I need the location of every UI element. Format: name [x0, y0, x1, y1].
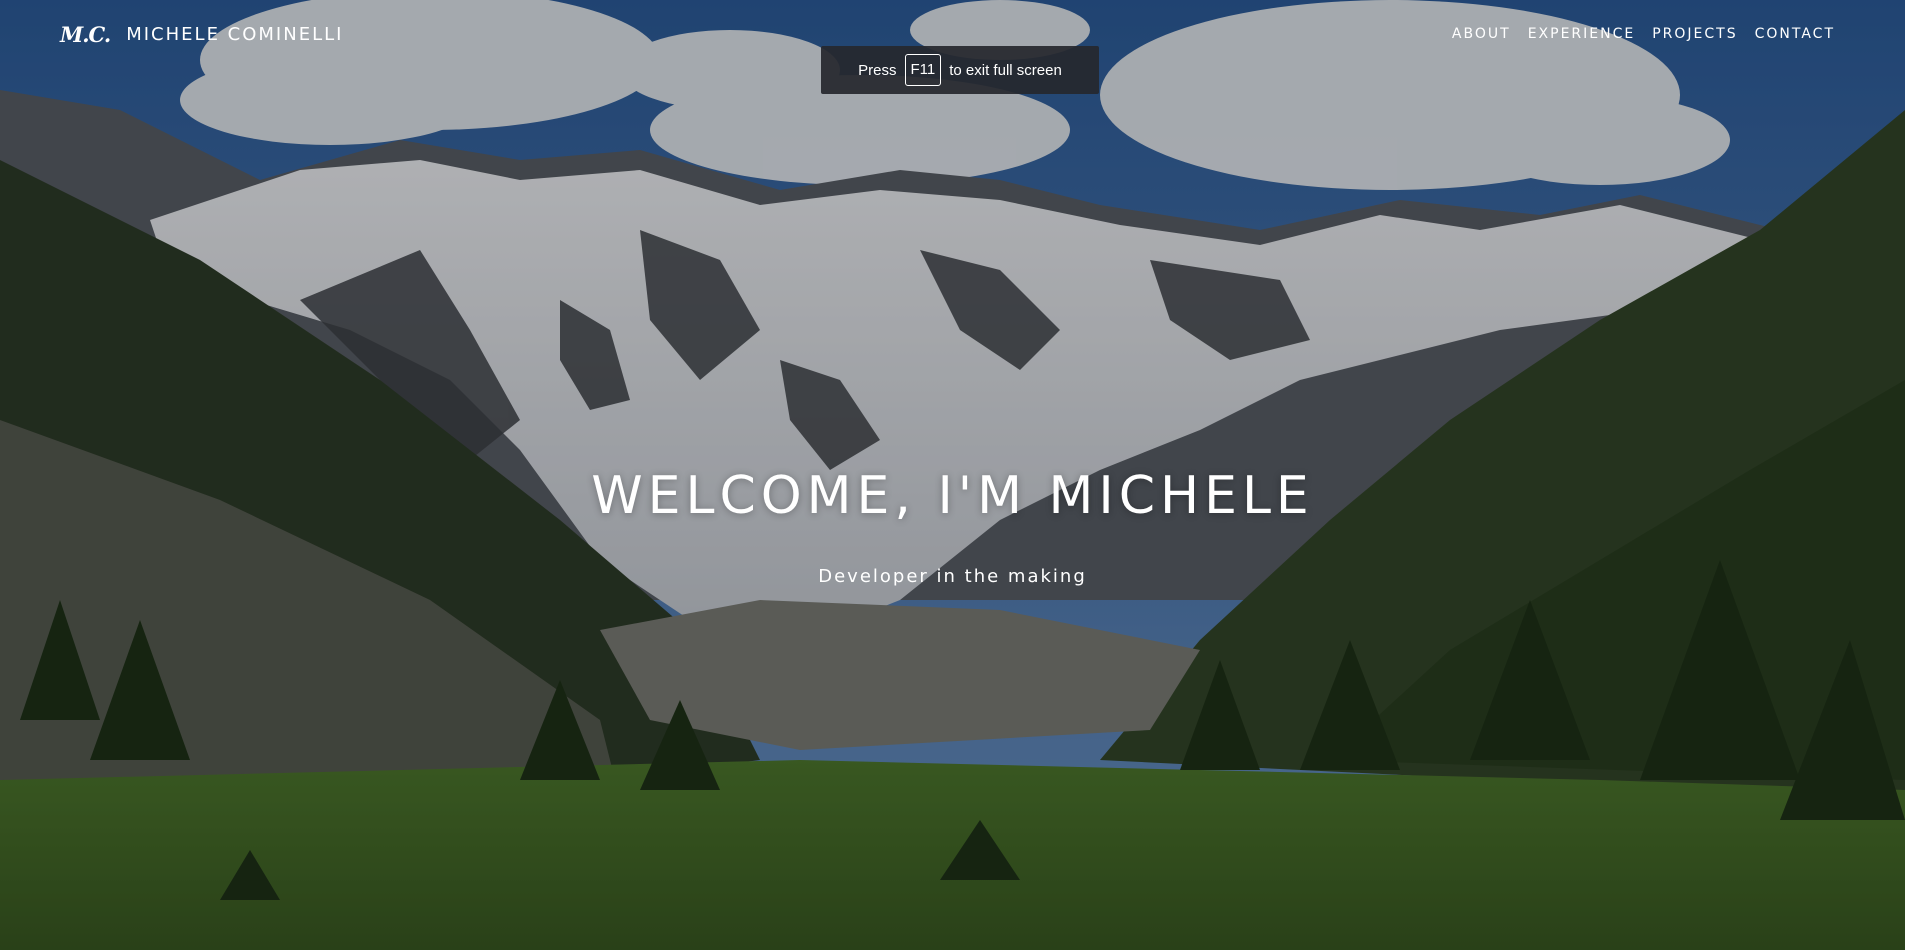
hero-subtitle: Developer in the making — [818, 566, 1087, 587]
nav-link-about[interactable]: ABOUT — [1452, 26, 1511, 42]
fullscreen-notice-prefix: Press — [858, 61, 897, 79]
brand-home-link[interactable]: M.C. MICHELE COMINELLI — [60, 22, 343, 47]
nav-link-contact[interactable]: CONTACT — [1755, 26, 1835, 42]
brand-name: MICHELE COMINELLI — [126, 24, 344, 45]
nav-link-projects[interactable]: PROJECTS — [1652, 26, 1737, 42]
nav-links: ABOUT EXPERIENCE PROJECTS CONTACT — [1452, 26, 1835, 42]
nav-link-experience[interactable]: EXPERIENCE — [1528, 26, 1636, 42]
brand-logo-icon: M.C. — [60, 22, 111, 47]
fullscreen-notice-suffix: to exit full screen — [949, 61, 1062, 79]
hero-title: WELCOME, I'M MICHELE — [591, 466, 1314, 526]
hero-section: M.C. MICHELE COMINELLI ABOUT EXPERIENCE … — [0, 0, 1905, 950]
fullscreen-exit-notice: Press F11 to exit full screen — [821, 46, 1099, 94]
f11-key-badge: F11 — [904, 54, 942, 86]
